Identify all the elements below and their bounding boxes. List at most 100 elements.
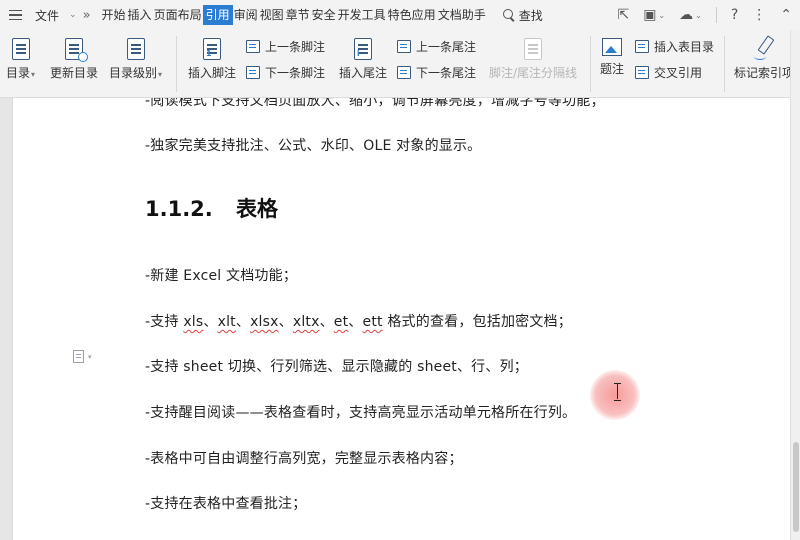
footnote-icon: 1: [203, 38, 221, 60]
ribbon-divider: [176, 36, 177, 92]
next-footnote-button[interactable]: 下一条脚注: [246, 64, 325, 81]
prev-footnote-icon: [246, 40, 260, 53]
paragraph[interactable]: -支持 xls、xlt、xlsx、xltx、et、ett 格式的查看，包括加密文…: [145, 311, 572, 331]
spell-error-word: xlt: [217, 314, 236, 330]
prev-endnote-icon: [397, 40, 411, 53]
next-endnote-icon: [397, 66, 411, 79]
toc-icon: [11, 38, 30, 60]
cross-reference-button[interactable]: 交叉引用: [635, 64, 702, 81]
prev-endnote-button[interactable]: 上一条尾注: [397, 38, 476, 55]
prev-endnote-label: 上一条尾注: [416, 40, 477, 54]
heading-number: 1.1.2.: [145, 197, 213, 221]
tab-security[interactable]: 安全: [311, 5, 337, 25]
text-run: 、: [278, 314, 293, 330]
scrollbar-thumb[interactable]: [793, 442, 799, 532]
more-options-icon[interactable]: ⋮: [752, 7, 766, 23]
file-menu[interactable]: 文件 ⌄: [35, 7, 77, 24]
insert-footnote-button[interactable]: 1 插入脚注: [188, 38, 236, 81]
caption-label: 题注: [600, 62, 625, 76]
footnote-separator-label: 脚注/尾注分隔线: [489, 66, 578, 80]
collapse-ribbon-icon[interactable]: ⌃: [780, 7, 792, 23]
mark-index-label: 标记索引项: [734, 66, 795, 80]
ribbon-divider: [724, 36, 725, 92]
tab-developer[interactable]: 开发工具: [337, 5, 387, 25]
paragraph[interactable]: -新建 Excel 文档功能；: [145, 265, 297, 285]
ribbon-divider: [590, 36, 591, 92]
prev-footnote-button[interactable]: 上一条脚注: [246, 38, 325, 55]
text-run: -支持: [145, 314, 184, 330]
template-icon[interactable]: ▣ ⌄: [643, 7, 665, 23]
insert-table-of-figures-label: 插入表目录: [654, 40, 715, 54]
next-footnote-label: 下一条脚注: [265, 66, 326, 80]
paragraph[interactable]: -独家完美支持批注、公式、水印、OLE 对象的显示。: [145, 135, 481, 155]
text-run: 、: [319, 314, 334, 330]
vertical-scrollbar[interactable]: [790, 30, 800, 540]
document-canvas: -阅读模式下支持文档页面放大、缩小，调节屏幕亮度，增减字号等功能； -独家完美支…: [0, 98, 790, 540]
share-icon[interactable]: ⇱: [617, 7, 629, 23]
paragraph[interactable]: -支持醒目阅读——表格查看时，支持高亮显示活动单元格所在行列。: [145, 402, 576, 422]
search-icon: [502, 9, 515, 21]
document-page[interactable]: -阅读模式下支持文档页面放大、缩小，调节屏幕亮度，增减字号等功能； -独家完美支…: [13, 98, 790, 540]
footnote-separator-button[interactable]: 脚注/尾注分隔线: [489, 38, 577, 81]
update-toc-button[interactable]: 更新目录: [50, 38, 98, 81]
cross-reference-label: 交叉引用: [654, 66, 703, 80]
paragraph[interactable]: -阅读模式下支持文档页面放大、缩小，调节屏幕亮度，增减字号等功能；: [145, 98, 605, 110]
search-label: 查找: [518, 8, 543, 23]
spell-error-word: xls: [183, 314, 204, 330]
mark-index-icon: [754, 36, 774, 60]
toc-level-button[interactable]: 目录级别▾: [109, 38, 162, 81]
tab-doc-assistant[interactable]: 文档助手: [437, 5, 487, 25]
text-run: 格式的查看，包括加密文档；: [382, 314, 572, 330]
search-button[interactable]: 查找: [502, 7, 543, 24]
chevron-down-icon: ▾: [158, 70, 163, 79]
chevron-down-icon: ⌄: [69, 10, 77, 20]
toc-button[interactable]: 目录▾: [6, 38, 35, 81]
hamburger-menu-icon[interactable]: [9, 9, 31, 21]
text-cursor-icon: [614, 383, 621, 401]
next-footnote-icon: [246, 66, 260, 79]
update-toc-label: 更新目录: [50, 66, 99, 80]
heading-text: 表格: [236, 197, 278, 221]
next-endnote-button[interactable]: 下一条尾注: [397, 64, 476, 81]
next-endnote-label: 下一条尾注: [416, 66, 477, 80]
prev-footnote-label: 上一条脚注: [265, 40, 326, 54]
caption-icon: [602, 38, 622, 56]
tab-home[interactable]: 开始: [101, 5, 127, 25]
paragraph[interactable]: -支持 sheet 切换、行列筛选、显示隐藏的 sheet、行、列；: [145, 356, 528, 376]
tab-insert[interactable]: 插入: [127, 5, 153, 25]
chevron-down-icon: ▾: [88, 352, 92, 361]
heading[interactable]: 1.1.2. 表格: [145, 193, 278, 223]
spell-error-word: ett: [362, 314, 383, 330]
tab-review[interactable]: 审阅: [233, 5, 259, 25]
spell-error-word: xlsx: [250, 314, 279, 330]
caption-button[interactable]: 题注: [600, 38, 624, 77]
menu-bar: 文件 ⌄ » 开始 插入 页面布局 引用 审阅 视图 章节 安全 开发工具 特色…: [0, 0, 800, 30]
text-run: 、: [235, 314, 251, 330]
paragraph-marker[interactable]: ▾: [73, 350, 92, 363]
tab-special[interactable]: 特色应用: [387, 5, 437, 25]
tab-page-layout[interactable]: 页面布局: [153, 5, 203, 25]
tab-view[interactable]: 视图: [259, 5, 285, 25]
window-actions: ⇱ ▣ ⌄ ☁ ⌄ ? ⋮ ⌃: [617, 0, 792, 30]
paragraph[interactable]: -支持在表格中查看批注；: [145, 493, 306, 513]
more-tabs-icon[interactable]: »: [83, 8, 91, 23]
insert-table-of-figures-button[interactable]: 插入表目录: [635, 38, 714, 55]
help-icon[interactable]: ?: [731, 7, 738, 23]
toc-label: 目录: [6, 66, 31, 80]
mark-index-button[interactable]: 标记索引项: [734, 36, 794, 81]
separator-icon: [524, 38, 543, 60]
text-run: 、: [203, 314, 218, 330]
spell-error-word: et: [333, 314, 349, 330]
text-run: 、: [348, 314, 363, 330]
toc-level-icon: [126, 38, 145, 60]
toc-level-label: 目录级别: [109, 66, 158, 80]
spell-error-word: xltx: [292, 314, 320, 330]
chevron-down-icon: ▾: [31, 70, 36, 79]
cloud-sync-icon[interactable]: ☁ ⌄: [679, 7, 702, 23]
tab-section[interactable]: 章节: [285, 5, 311, 25]
ribbon-tabs: 开始 插入 页面布局 引用 审阅 视图 章节 安全 开发工具 特色应用 文档助手: [101, 5, 487, 25]
insert-endnote-button[interactable]: i 插入尾注: [339, 38, 387, 81]
paragraph[interactable]: -表格中可自由调整行高列宽，完整显示表格内容；: [145, 448, 463, 468]
tab-references[interactable]: 引用: [202, 5, 233, 25]
ribbon-toolbar: 目录▾ 更新目录 目录级别▾ 1 插入脚注 上一条脚注 下一条脚注 i 插入尾注…: [0, 30, 800, 98]
